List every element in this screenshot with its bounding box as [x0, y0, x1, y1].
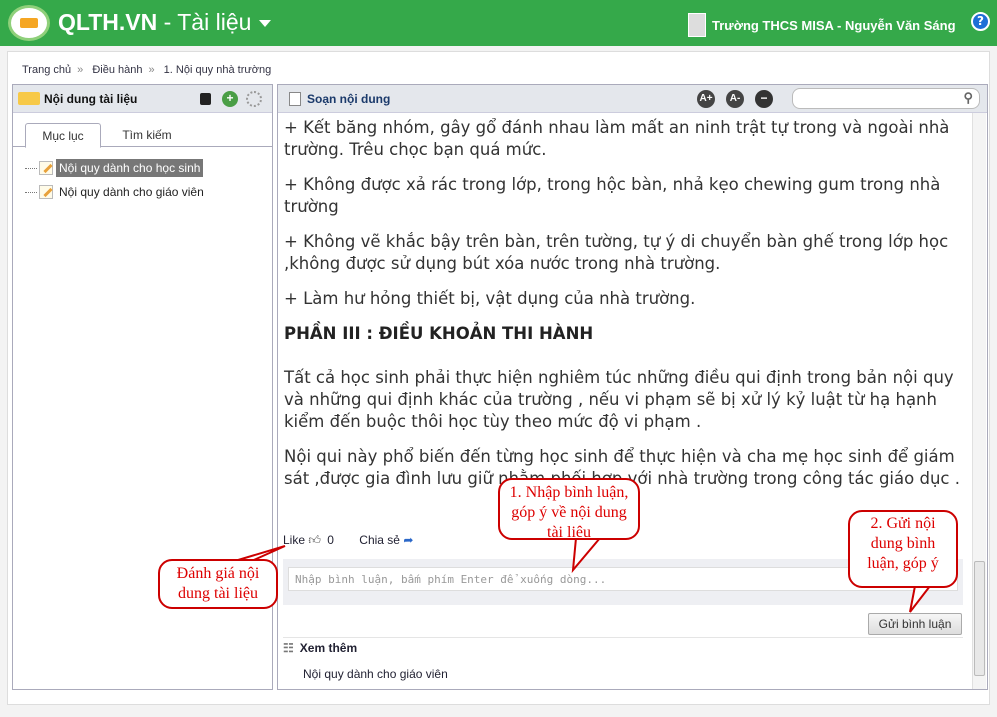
collapse-icon[interactable]: − — [755, 90, 773, 108]
font-increase-icon[interactable]: A+ — [697, 90, 715, 108]
document-content: + Kết băng nhóm, gây gổ đánh nhau làm mấ… — [284, 117, 964, 503]
user-menu[interactable]: Trường THCS MISA - Nguyễn Văn Sáng — [688, 13, 986, 37]
edit-icon — [39, 185, 53, 199]
logo-icon — [8, 5, 50, 41]
panel-title: Nội dung tài liệu — [44, 92, 138, 106]
tree-item[interactable]: Nội quy dành cho học sinh — [25, 157, 207, 179]
panel-title[interactable]: Soạn nội dung — [307, 92, 390, 106]
social-bar: Like 👍︎ 0 Chia sẻ ➦ — [283, 533, 413, 548]
add-icon[interactable]: + — [222, 91, 238, 107]
scrollbar[interactable] — [972, 113, 986, 689]
search-input[interactable]: ⚲ — [792, 88, 980, 109]
like-count: 0 — [327, 533, 334, 547]
search-icon[interactable]: ⚲ — [963, 90, 973, 106]
gear-icon[interactable] — [246, 91, 262, 107]
callout-send: 2. Gửi nội dung bình luận, góp ý — [848, 510, 958, 588]
breadcrumb-current: 1. Nội quy nhà trường — [163, 64, 272, 76]
top-header: QLTH.VN - Tài liệu Trường THCS MISA - Ng… — [0, 0, 997, 46]
scrollbar-thumb[interactable] — [974, 561, 985, 676]
chevron-down-icon[interactable] — [259, 20, 272, 28]
breadcrumb-home[interactable]: Trang chủ — [22, 64, 71, 76]
compose-icon — [289, 92, 301, 106]
thumbs-up-icon[interactable]: 👍︎ — [308, 533, 321, 547]
share-button[interactable]: Chia sẻ — [359, 533, 400, 547]
paragraph: Tất cả học sinh phải thực hiện nghiêm tú… — [284, 368, 954, 431]
tab-muc-luc[interactable]: Mục lục — [25, 123, 101, 148]
left-panel-header: Nội dung tài liệu + — [13, 85, 272, 113]
edit-icon — [39, 161, 53, 175]
right-panel: Soạn nội dung A+ A- − ⚲ + Kết băng nhóm,… — [277, 84, 988, 690]
left-tabs: Mục lục Tìm kiếm — [13, 123, 272, 148]
paragraph: + Không được xả rác trong lớp, trong hộc… — [284, 175, 941, 216]
like-button[interactable]: Like — [283, 533, 305, 547]
callout-rate: Đánh giá nội dung tài liệu — [158, 559, 278, 609]
paragraph: + Kết băng nhóm, gây gổ đánh nhau làm mấ… — [284, 118, 950, 159]
see-more-item[interactable]: Nội quy dành cho giáo viên — [303, 667, 448, 681]
breadcrumb: Trang chủ» Điều hành» 1. Nội quy nhà trư… — [22, 64, 272, 76]
callout-comment: 1. Nhập bình luận, góp ý về nội dung tài… — [498, 478, 640, 541]
paragraph: + Không vẽ khắc bậy trên bàn, trên tường… — [284, 232, 949, 273]
folder-icon — [18, 92, 40, 105]
tab-tim-kiem[interactable]: Tìm kiếm — [107, 123, 187, 147]
send-comment-button[interactable]: Gửi bình luận — [868, 613, 962, 635]
list-icon: ☷ — [283, 641, 294, 655]
share-icon[interactable]: ➦ — [403, 533, 413, 547]
document-tree: Nội quy dành cho học sinh Nội quy dành c… — [25, 157, 207, 205]
lock-icon[interactable] — [200, 93, 211, 105]
main-container: Trang chủ» Điều hành» 1. Nội quy nhà trư… — [7, 51, 990, 705]
tree-item[interactable]: Nội quy dành cho giáo viên — [25, 181, 207, 203]
right-panel-header: Soạn nội dung A+ A- − ⚲ — [278, 85, 987, 113]
font-decrease-icon[interactable]: A- — [726, 90, 744, 108]
see-more-header: ☷ Xem thêm — [283, 641, 358, 655]
section-heading: PHẦN III : ĐIỀU KHOẢN THI HÀNH — [284, 324, 594, 343]
app-title[interactable]: QLTH.VN - Tài liệu — [58, 9, 272, 36]
avatar — [688, 13, 706, 37]
breadcrumb-dieu-hanh[interactable]: Điều hành — [92, 64, 142, 76]
paragraph: + Làm hư hỏng thiết bị, vật dụng của nhà… — [284, 289, 696, 308]
help-icon[interactable]: ? — [971, 12, 990, 31]
